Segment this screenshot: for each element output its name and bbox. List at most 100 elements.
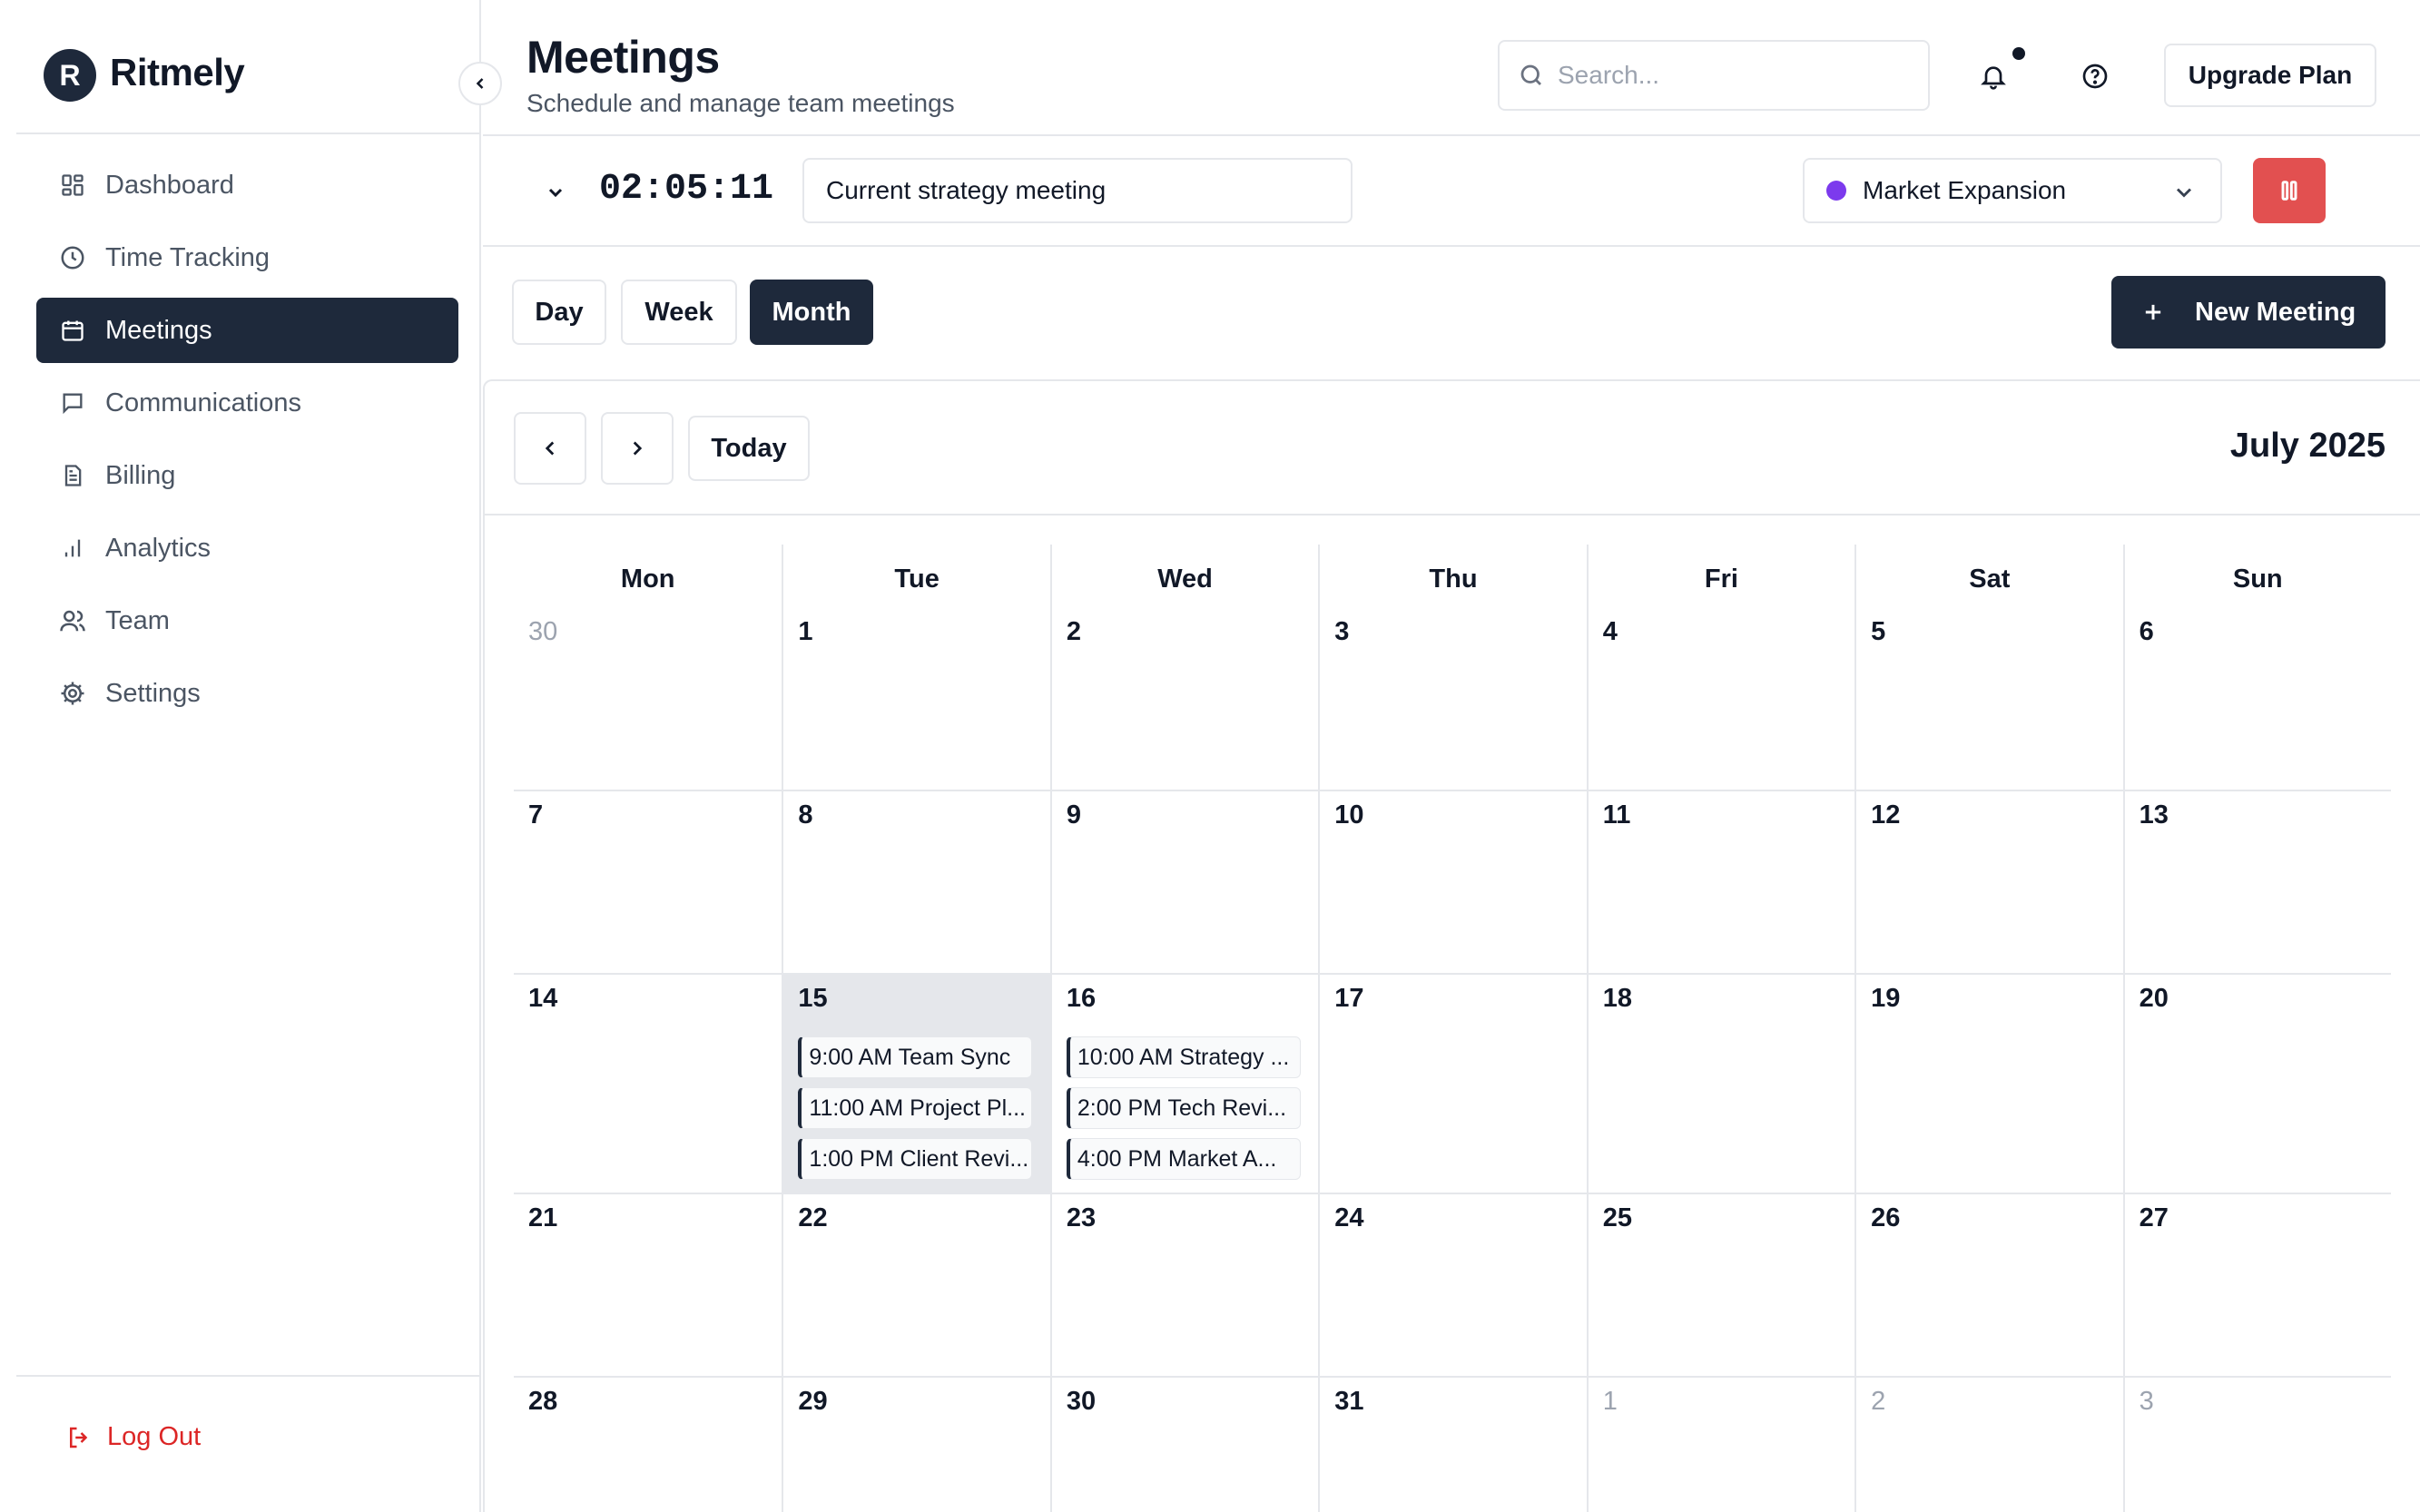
calendar-week-row: 21 22 23 24 25 26 27 — [514, 1194, 2391, 1378]
calendar-day-cell[interactable]: 15 9:00 AM Team Sync 11:00 AM Project Pl..… — [782, 975, 1050, 1193]
calendar-day-cell[interactable]: 19 — [1854, 975, 2122, 1193]
calendar-day-cell[interactable]: 3 — [2122, 1378, 2391, 1512]
day-number: 8 — [798, 800, 813, 830]
calendar-day-cell[interactable]: 23 — [1049, 1194, 1318, 1376]
day-number: 18 — [1602, 984, 1632, 1013]
meeting-event[interactable]: 2:00 PM Tech Revi... — [1066, 1087, 1301, 1129]
calendar-day-cell[interactable]: 27 — [2122, 1194, 2391, 1376]
day-number: 14 — [528, 984, 558, 1013]
sidebar-item-communications[interactable]: Communications — [36, 370, 458, 436]
gear-icon — [58, 679, 87, 708]
grid-icon — [58, 171, 87, 200]
calendar-day-cell[interactable]: 20 — [2122, 975, 2391, 1193]
calendar-icon — [58, 316, 87, 345]
calendar-week-row: 28 29 30 31 1 2 3 — [514, 1378, 2391, 1512]
calendar-week-row: 30 1 2 3 4 5 6 — [514, 608, 2391, 791]
brand-logo: R — [44, 49, 96, 102]
day-number: 10 — [1334, 800, 1364, 830]
calendar-grid: Mon Tue Wed Thu Fri Sat Sun 30 1 2 3 4 5 6 7 8 9 10 11 12 1… — [514, 545, 2391, 1512]
day-number: 19 — [1871, 984, 1901, 1013]
sidebar-item-label: Billing — [105, 460, 176, 490]
calendar-day-cell[interactable]: 8 — [782, 791, 1049, 973]
calendar-day-cell[interactable]: 18 — [1586, 975, 1854, 1193]
calendar-day-cell[interactable]: 6 — [2122, 608, 2391, 790]
meeting-event[interactable]: 4:00 PM Market A... — [1066, 1138, 1301, 1180]
calendar-day-cell[interactable]: 22 — [782, 1194, 1049, 1376]
help-circle-icon — [2082, 64, 2108, 89]
calendar-day-cell[interactable]: 9 — [1049, 791, 1318, 973]
meeting-event[interactable]: 10:00 AM Strategy ... — [1066, 1036, 1301, 1078]
weekday-header: Sat — [1854, 545, 2122, 608]
collapse-sidebar-button[interactable] — [458, 62, 502, 105]
calendar-day-cell[interactable]: 1 — [1586, 1378, 1854, 1512]
calendar-day-cell[interactable]: 11 — [1586, 791, 1854, 973]
today-button[interactable]: Today — [688, 416, 810, 481]
calendar-day-cell[interactable]: 17 — [1318, 975, 1586, 1193]
sidebar-item-label: Time Tracking — [105, 242, 271, 272]
brand-name: Ritmely — [110, 51, 245, 93]
calendar-day-cell[interactable]: 26 — [1854, 1194, 2122, 1376]
stop-timer-button[interactable] — [2253, 158, 2326, 223]
bell-icon — [1981, 66, 2006, 90]
task-description-input[interactable] — [802, 158, 1353, 223]
day-number: 20 — [2139, 984, 2169, 1013]
calendar-day-cell[interactable]: 30 — [1049, 1378, 1318, 1512]
sidebar-item-meetings[interactable]: Meetings — [36, 298, 458, 363]
calendar-day-cell[interactable]: 3 — [1318, 608, 1586, 790]
meeting-event[interactable]: 1:00 PM Client Revi... — [798, 1138, 1033, 1180]
chevron-right-icon — [633, 441, 643, 456]
new-meeting-button[interactable]: New Meeting — [2111, 276, 2386, 349]
logout-button[interactable]: Log Out — [65, 1422, 201, 1452]
weekday-header: Fri — [1586, 545, 1854, 608]
timer-expand-toggle[interactable] — [537, 174, 574, 211]
view-month-button[interactable]: Month — [750, 280, 873, 345]
sidebar-item-analytics[interactable]: Analytics — [36, 515, 458, 581]
calendar-day-cell[interactable]: 13 — [2122, 791, 2391, 973]
calendar-day-cell[interactable]: 31 — [1318, 1378, 1586, 1512]
weekday-header: Tue — [782, 545, 1049, 608]
sidebar-item-time-tracking[interactable]: Time Tracking — [36, 225, 458, 290]
calendar-day-cell[interactable]: 28 — [514, 1378, 782, 1512]
project-select-value: Market Expansion — [1863, 176, 2067, 204]
project-select[interactable]: Market Expansion — [1803, 158, 2222, 223]
calendar-day-cell[interactable]: 30 — [514, 608, 782, 790]
meeting-event[interactable]: 9:00 AM Team Sync — [798, 1036, 1033, 1078]
day-number: 1 — [1602, 1387, 1618, 1416]
weekday-header: Sun — [2122, 545, 2391, 608]
weekday-header-row: Mon Tue Wed Thu Fri Sat Sun — [514, 545, 2391, 608]
pause-icon — [2281, 181, 2297, 201]
previous-month-button[interactable] — [514, 412, 586, 485]
calendar-day-cell[interactable]: 24 — [1318, 1194, 1586, 1376]
sidebar-item-dashboard[interactable]: Dashboard — [36, 152, 458, 218]
calendar-day-cell[interactable]: 5 — [1854, 608, 2122, 790]
day-number: 11 — [1602, 800, 1631, 830]
calendar-day-cell[interactable]: 16 10:00 AM Strategy ... 2:00 PM Tech Revi… — [1049, 975, 1318, 1193]
sidebar-item-billing[interactable]: Billing — [36, 443, 458, 508]
sidebar-item-team[interactable]: Team — [36, 588, 458, 653]
day-number: 7 — [528, 800, 544, 830]
next-month-button[interactable] — [601, 412, 674, 485]
day-number: 23 — [1066, 1203, 1097, 1232]
calendar-day-cell[interactable]: 29 — [782, 1378, 1049, 1512]
document-icon — [58, 461, 87, 490]
view-week-button[interactable]: Week — [621, 280, 737, 345]
calendar-day-cell[interactable]: 10 — [1318, 791, 1586, 973]
calendar-day-cell[interactable]: 12 — [1854, 791, 2122, 973]
day-number: 21 — [528, 1203, 558, 1232]
help-button[interactable] — [2066, 47, 2124, 105]
calendar-day-cell[interactable]: 2 — [1049, 608, 1318, 790]
calendar-day-cell[interactable]: 2 — [1854, 1378, 2122, 1512]
calendar-day-cell[interactable]: 25 — [1586, 1194, 1854, 1376]
meeting-event[interactable]: 11:00 AM Project Pl... — [798, 1087, 1033, 1129]
calendar-week-row: 14 15 9:00 AM Team Sync 11:00 AM Project Pl… — [514, 975, 2391, 1194]
search-input[interactable] — [1558, 61, 1921, 90]
upgrade-plan-button[interactable]: Upgrade Plan — [2164, 44, 2376, 107]
calendar-day-cell[interactable]: 21 — [514, 1194, 782, 1376]
calendar-day-cell[interactable]: 4 — [1586, 608, 1854, 790]
calendar-day-cell[interactable]: 1 — [782, 608, 1049, 790]
day-number: 25 — [1602, 1203, 1632, 1232]
calendar-day-cell[interactable]: 7 — [514, 791, 782, 973]
sidebar-item-settings[interactable]: Settings — [36, 661, 458, 726]
calendar-day-cell[interactable]: 14 — [514, 975, 782, 1193]
view-day-button[interactable]: Day — [512, 280, 606, 345]
